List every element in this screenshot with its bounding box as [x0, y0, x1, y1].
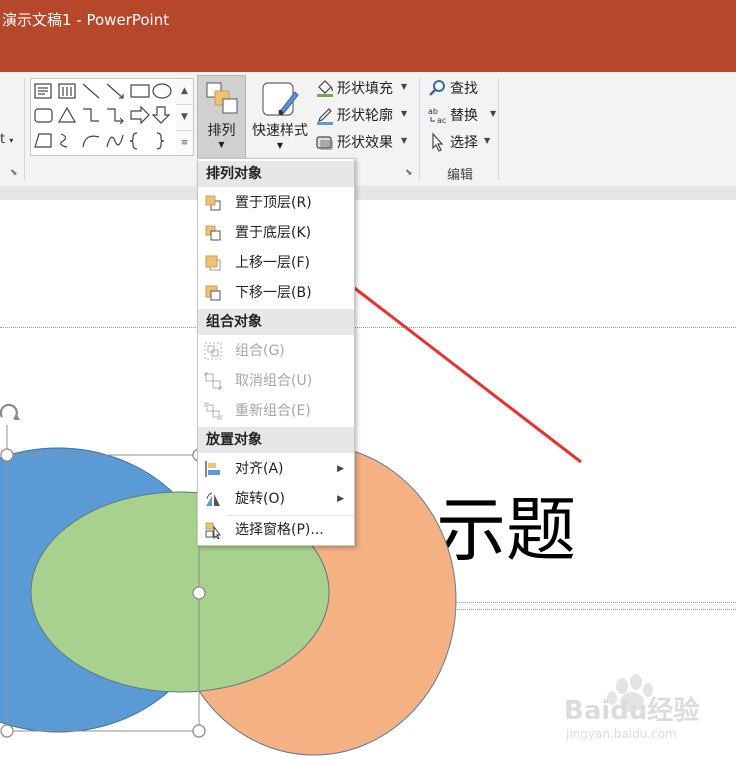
menu-item-regroup[interactable]: 重新组合(E)	[198, 396, 354, 426]
watermark-brand: Baidu经验	[564, 696, 700, 726]
menu-item-group[interactable]: 组合(G)	[198, 336, 354, 366]
submenu-arrow-icon: ▶	[337, 494, 344, 504]
menu-item-send-backward[interactable]: 下移一层(B)	[198, 278, 354, 308]
send-to-back-icon	[205, 225, 221, 241]
watermark-url: jingyan.baidu.com	[566, 727, 677, 741]
menu-section-arrange-objects: 排列对象	[198, 161, 354, 187]
submenu-arrow-icon: ▶	[337, 464, 344, 474]
rotate-icon	[206, 492, 220, 506]
align-icon	[205, 461, 220, 477]
selection-pane-icon	[205, 522, 221, 539]
menu-item-send-to-back[interactable]: 置于底层(K)	[198, 218, 354, 248]
arrange-dropdown-menu: 排列对象 置于顶层(R) 置于底层(K) 上移一层(F) 下移一层(B) 组合对…	[197, 158, 355, 546]
bring-to-front-icon	[205, 195, 221, 211]
annotation-arrow	[328, 266, 582, 464]
bring-forward-icon	[205, 255, 221, 271]
menu-item-ungroup[interactable]: 取消组合(U)	[198, 366, 354, 396]
ungroup-icon	[204, 372, 222, 390]
menu-section-position-objects: 放置对象	[198, 427, 354, 453]
menu-item-rotate[interactable]: 旋转(O) ▶	[198, 484, 354, 514]
menu-item-align[interactable]: 对齐(A) ▶	[198, 454, 354, 484]
group-icon	[204, 342, 222, 360]
menu-item-bring-forward[interactable]: 上移一层(F)	[198, 248, 354, 278]
regroup-icon	[204, 402, 222, 420]
menu-section-group-objects: 组合对象	[198, 309, 354, 335]
menu-item-bring-to-front[interactable]: 置于顶层(R)	[198, 188, 354, 218]
send-backward-icon	[205, 285, 221, 301]
menu-item-selection-pane[interactable]: 选择窗格(P)...	[198, 515, 354, 545]
